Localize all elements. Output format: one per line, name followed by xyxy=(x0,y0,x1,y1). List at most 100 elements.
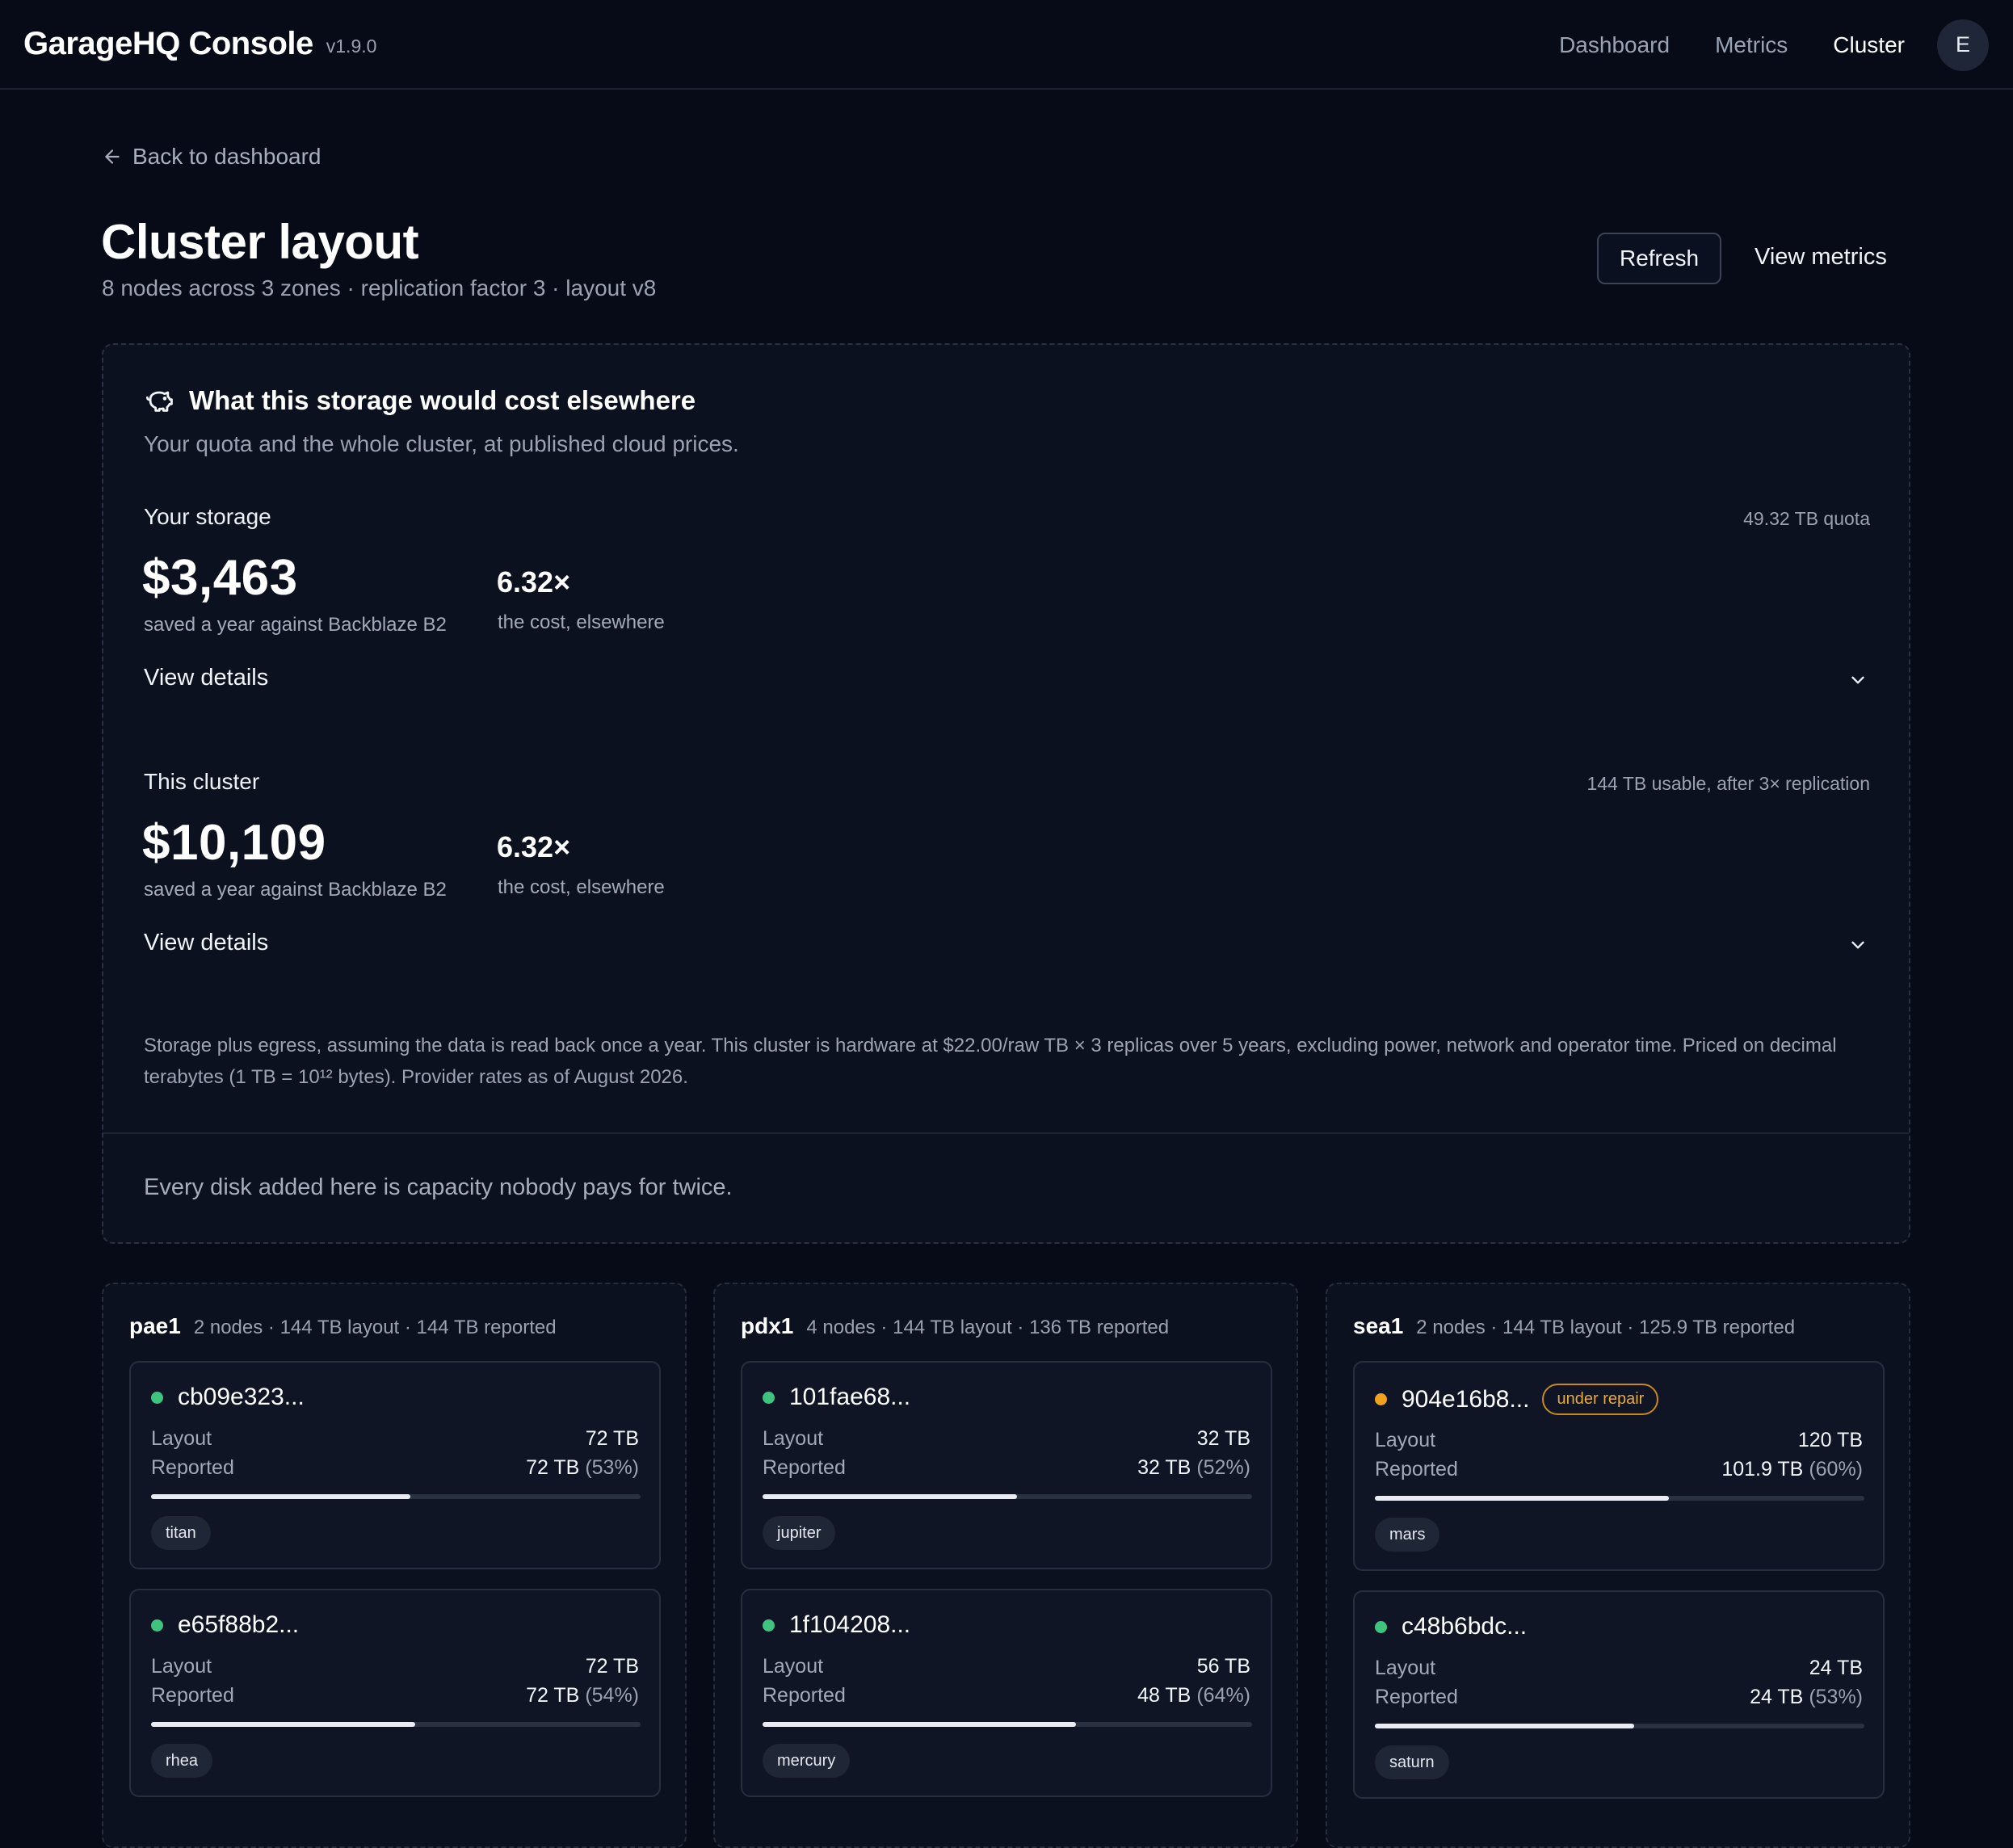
view-metrics-button[interactable]: View metrics xyxy=(1755,244,1887,271)
usage-bar xyxy=(763,1494,1252,1499)
layout-value: 72 TB xyxy=(585,1427,639,1450)
cluster-savings-caption: saved a year against Backblaze B2 xyxy=(144,879,447,901)
layout-label: Layout xyxy=(1375,1657,1436,1679)
tagline: Every disk added here is capacity nobody… xyxy=(144,1174,733,1200)
node-id[interactable]: c48b6bdc... xyxy=(1402,1613,1527,1640)
cluster-cost-ratio: 6.32× xyxy=(497,830,571,863)
node-card[interactable]: e65f88b2... Layout 72 TB Reported 72 TB (54%… xyxy=(129,1589,661,1797)
cost-description: Your quota and the whole cluster, at pub… xyxy=(144,431,739,456)
page-subtitle: 8 nodes across 3 zones · replication fac… xyxy=(102,275,657,300)
reported-value: 72 TB (54%) xyxy=(526,1684,639,1707)
reported-value: 72 TB (53%) xyxy=(526,1456,639,1480)
pricing-footnote: Storage plus egress, assuming the data i… xyxy=(144,1035,1837,1088)
usage-bar-fill xyxy=(151,1494,411,1499)
usage-bar xyxy=(763,1722,1252,1727)
user-avatar[interactable]: E xyxy=(1937,19,1989,71)
zone-name: pae1 xyxy=(129,1313,181,1338)
your-savings-amount: $3,463 xyxy=(142,550,298,606)
cost-card-title: What this storage would cost elsewhere xyxy=(144,385,696,416)
status-badge: under repair xyxy=(1542,1384,1659,1415)
node-card[interactable]: 904e16b8... under repair Layout 120 TB Repor… xyxy=(1353,1361,1885,1571)
node-card[interactable]: 1f104208... Layout 56 TB Reported 48 TB (64%… xyxy=(741,1589,1272,1797)
divider xyxy=(103,1132,1909,1134)
layout-value: 72 TB xyxy=(585,1655,639,1678)
nav-metrics[interactable]: Metrics xyxy=(1715,32,1788,58)
reported-amount: 48 TB xyxy=(1137,1684,1191,1707)
zone-card-sea1: sea1 2 nodes · 144 TB layout · 125.9 TB r… xyxy=(1326,1283,1910,1848)
cluster-ratio-caption: the cost, elsewhere xyxy=(498,876,665,898)
node-id[interactable]: cb09e323... xyxy=(178,1384,305,1411)
layout-value: 32 TB xyxy=(1196,1427,1250,1450)
reported-percent: (54%) xyxy=(585,1684,639,1707)
usage-bar xyxy=(151,1494,641,1499)
refresh-button[interactable]: Refresh xyxy=(1597,233,1721,284)
status-dot xyxy=(763,1391,775,1404)
top-bar: GarageHQ Console v1.9.0 Dashboard Metric… xyxy=(0,0,2013,90)
node-id[interactable]: 904e16b8... xyxy=(1402,1386,1529,1413)
node-header: 904e16b8... under repair xyxy=(1375,1384,1659,1415)
node-card[interactable]: 101fae68... Layout 32 TB Reported 32 TB (52%… xyxy=(741,1361,1272,1569)
reported-percent: (60%) xyxy=(1809,1458,1863,1480)
zone-card-pdx1: pdx1 4 nodes · 144 TB layout · 136 TB rep… xyxy=(713,1283,1298,1848)
reported-value: 24 TB (53%) xyxy=(1750,1686,1863,1709)
app-title[interactable]: GarageHQ Console xyxy=(23,26,313,62)
usage-bar-fill xyxy=(763,1494,1018,1499)
reported-label: Reported xyxy=(1375,1686,1458,1708)
zone-header: sea1 2 nodes · 144 TB layout · 125.9 TB r… xyxy=(1353,1313,1795,1339)
node-tag: titan xyxy=(151,1516,211,1550)
reported-percent: (52%) xyxy=(1196,1456,1250,1479)
reported-percent: (53%) xyxy=(1809,1686,1863,1708)
node-tag: mercury xyxy=(763,1744,851,1778)
cost-title-text: What this storage would cost elsewhere xyxy=(189,385,696,415)
usage-bar-fill xyxy=(1375,1724,1635,1728)
layout-value: 56 TB xyxy=(1196,1655,1250,1678)
reported-amount: 32 TB xyxy=(1137,1456,1191,1479)
node-id[interactable]: e65f88b2... xyxy=(178,1611,299,1639)
node-header: cb09e323... xyxy=(151,1384,305,1411)
usage-bar-fill xyxy=(151,1722,416,1727)
back-to-dashboard-link[interactable]: Back to dashboard xyxy=(102,144,321,170)
usage-bar xyxy=(1375,1496,1864,1501)
chevron-down-icon[interactable] xyxy=(1847,670,1868,691)
reported-amount: 72 TB xyxy=(526,1456,580,1479)
zone-card-pae1: pae1 2 nodes · 144 TB layout · 144 TB rep… xyxy=(102,1283,687,1848)
your-ratio-caption: the cost, elsewhere xyxy=(498,611,665,633)
node-header: c48b6bdc... xyxy=(1375,1613,1527,1640)
status-dot xyxy=(151,1619,163,1632)
cluster-view-details-toggle[interactable]: View details xyxy=(144,930,268,956)
zone-summary: 2 nodes · 144 TB layout · 125.9 TB repor… xyxy=(1416,1317,1796,1338)
piggy-bank-icon xyxy=(145,391,173,412)
zone-name: pdx1 xyxy=(741,1313,794,1338)
node-id[interactable]: 1f104208... xyxy=(789,1611,910,1639)
node-id[interactable]: 101fae68... xyxy=(789,1384,910,1411)
reported-percent: (64%) xyxy=(1196,1684,1250,1707)
cost-comparison-card: What this storage would cost elsewhere Y… xyxy=(102,343,1910,1244)
reported-value: 48 TB (64%) xyxy=(1137,1684,1250,1707)
usage-bar-fill xyxy=(763,1722,1076,1727)
top-nav: Dashboard Metrics Cluster E xyxy=(1559,0,1989,90)
reported-label: Reported xyxy=(763,1456,846,1479)
node-tag: saturn xyxy=(1375,1745,1449,1779)
node-tag: rhea xyxy=(151,1744,213,1778)
app-version: v1.9.0 xyxy=(326,36,377,57)
nav-dashboard[interactable]: Dashboard xyxy=(1559,32,1670,58)
status-dot xyxy=(763,1619,775,1632)
usage-bar xyxy=(1375,1724,1864,1728)
nav-cluster[interactable]: Cluster xyxy=(1833,32,1905,58)
node-header: e65f88b2... xyxy=(151,1611,299,1639)
your-view-details-toggle[interactable]: View details xyxy=(144,665,268,691)
node-card[interactable]: c48b6bdc... Layout 24 TB Reported 24 TB (53%… xyxy=(1353,1590,1885,1799)
zone-header: pae1 2 nodes · 144 TB layout · 144 TB rep… xyxy=(129,1313,557,1339)
zone-summary: 4 nodes · 144 TB layout · 136 TB reporte… xyxy=(806,1317,1170,1338)
cluster-savings-amount: $10,109 xyxy=(142,815,326,871)
zone-name: sea1 xyxy=(1353,1313,1404,1338)
reported-label: Reported xyxy=(151,1684,234,1707)
node-card[interactable]: cb09e323... Layout 72 TB Reported 72 TB (53%… xyxy=(129,1361,661,1569)
chevron-down-icon[interactable] xyxy=(1847,934,1868,956)
usage-bar xyxy=(151,1722,641,1727)
your-cost-ratio: 6.32× xyxy=(497,565,571,598)
reported-value: 101.9 TB (60%) xyxy=(1721,1458,1863,1481)
cluster-usable: 144 TB usable, after 3× replication xyxy=(1586,773,1870,794)
node-tag: jupiter xyxy=(763,1516,836,1550)
your-quota: 49.32 TB quota xyxy=(1743,508,1870,529)
